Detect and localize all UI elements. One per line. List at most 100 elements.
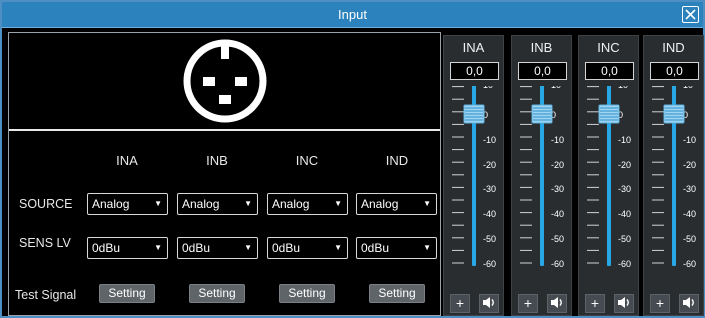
fader-value-field[interactable]: 0,0 [650, 62, 699, 80]
scale-label: -50 [483, 234, 496, 244]
fader-name: INC [597, 40, 620, 55]
fader-value-field[interactable]: 0,0 [518, 62, 567, 80]
scale-label: -30 [551, 184, 564, 194]
scale-label: -40 [683, 209, 696, 219]
speaker-icon [618, 297, 629, 308]
scale-label: 10 [551, 86, 561, 90]
scale-label: 10 [618, 86, 628, 90]
scale-label: -40 [618, 209, 631, 219]
mute-button[interactable] [679, 294, 699, 313]
chevron-down-icon: ▼ [244, 199, 252, 208]
chevron-down-icon: ▼ [334, 243, 342, 252]
source-select-ind[interactable]: Analog ▼ [356, 193, 437, 215]
channel-header-ind: IND [385, 153, 409, 168]
scale-label: -20 [683, 160, 696, 170]
fader-name: INB [530, 40, 553, 55]
sens-select-inb[interactable]: 0dBu ▼ [177, 237, 258, 259]
mute-button[interactable] [614, 294, 634, 313]
sens-select-ind[interactable]: 0dBu ▼ [356, 237, 437, 259]
scale-label: -30 [483, 184, 496, 194]
test-signal-setting-button-inb[interactable]: Setting [189, 284, 245, 303]
sens-value: 0dBu [361, 241, 390, 255]
add-button[interactable]: + [518, 294, 538, 313]
input-window: Input INA INB INC IND SOURCE SENS LV Tes… [0, 0, 705, 318]
fader-value-field[interactable]: 0,0 [585, 62, 634, 80]
scale-label: -10 [551, 135, 564, 145]
mute-button[interactable] [479, 294, 499, 313]
test-signal-setting-button-inc[interactable]: Setting [279, 284, 335, 303]
sens-select-ina[interactable]: 0dBu ▼ [87, 237, 168, 259]
fader-knob[interactable] [531, 104, 553, 124]
scale-label: -20 [551, 160, 564, 170]
fader-strip-inb: INB 0,0 15100-10-20-30-40-50-60 + [511, 35, 572, 316]
scale-label: -10 [618, 135, 631, 145]
fader-scale[interactable]: 15100-10-20-30-40-50-60 [444, 86, 505, 291]
source-value: Analog [92, 197, 130, 211]
sens-level-label: SENS LV [19, 236, 71, 250]
scale-label: -60 [683, 259, 696, 269]
scale-label: -10 [483, 135, 496, 145]
source-value: Analog [272, 197, 310, 211]
scale-label: -50 [551, 234, 564, 244]
add-button[interactable]: + [585, 294, 605, 313]
fader-strip-ina: INA 0,0 15100-10-20-30-40-50-60 + [443, 35, 504, 316]
test-signal-setting-button-ind[interactable]: Setting [369, 284, 425, 303]
scale-label: -20 [483, 160, 496, 170]
close-button[interactable] [682, 6, 699, 23]
source-select-inb[interactable]: Analog ▼ [177, 193, 258, 215]
add-button[interactable]: + [650, 294, 670, 313]
scale-label: -60 [483, 259, 496, 269]
window-title: Input [338, 7, 367, 22]
source-value: Analog [182, 197, 220, 211]
fader-scale[interactable]: 15100-10-20-30-40-50-60 [512, 86, 573, 291]
source-label: SOURCE [19, 197, 73, 211]
add-button[interactable]: + [450, 294, 470, 313]
sens-value: 0dBu [92, 241, 121, 255]
source-value: Analog [361, 197, 399, 211]
fader-strip-ind: IND 0,0 15100-10-20-30-40-50-60 + [643, 35, 704, 316]
source-select-ina[interactable]: Analog ▼ [87, 193, 168, 215]
chevron-down-icon: ▼ [244, 243, 252, 252]
sens-select-inc[interactable]: 0dBu ▼ [267, 237, 348, 259]
test-signal-setting-button-ina[interactable]: Setting [99, 284, 155, 303]
scale-label: 10 [683, 86, 693, 90]
speaker-icon [551, 297, 562, 308]
scale-label: -10 [683, 135, 696, 145]
chevron-down-icon: ▼ [423, 243, 431, 252]
fader-knob[interactable] [598, 104, 620, 124]
scale-label: 10 [483, 86, 493, 90]
scale-label: -50 [683, 234, 696, 244]
source-select-inc[interactable]: Analog ▼ [267, 193, 348, 215]
fader-scale[interactable]: 15100-10-20-30-40-50-60 [644, 86, 705, 291]
title-bar: Input [2, 2, 703, 28]
fader-scale[interactable]: 15100-10-20-30-40-50-60 [579, 86, 640, 291]
test-signal-label: Test Signal [15, 288, 77, 302]
scale-label: -30 [618, 184, 631, 194]
scale-label: -60 [551, 259, 564, 269]
fader-strip-inc: INC 0,0 15100-10-20-30-40-50-60 + [578, 35, 639, 316]
fader-value-field[interactable]: 0,0 [450, 62, 499, 80]
channel-header-inc: INC [295, 153, 319, 168]
xlr-connector-icon [183, 39, 267, 123]
sens-value: 0dBu [272, 241, 301, 255]
scale-label: -60 [618, 259, 631, 269]
scale-label: -20 [618, 160, 631, 170]
input-settings-panel: INA INB INC IND SOURCE SENS LV Test Sign… [8, 32, 441, 316]
close-icon [685, 9, 696, 20]
channel-header-inb: INB [206, 153, 228, 168]
fader-name: INA [462, 40, 485, 55]
channel-header-ina: INA [116, 153, 138, 168]
scale-label: -50 [618, 234, 631, 244]
panel-divider [9, 129, 440, 131]
chevron-down-icon: ▼ [423, 199, 431, 208]
speaker-icon [483, 297, 494, 308]
speaker-icon [683, 297, 694, 308]
fader-knob[interactable] [663, 104, 685, 124]
scale-label: -40 [551, 209, 564, 219]
scale-label: -40 [483, 209, 496, 219]
chevron-down-icon: ▼ [154, 199, 162, 208]
sens-value: 0dBu [182, 241, 211, 255]
mute-button[interactable] [547, 294, 567, 313]
fader-knob[interactable] [463, 104, 485, 124]
chevron-down-icon: ▼ [154, 243, 162, 252]
